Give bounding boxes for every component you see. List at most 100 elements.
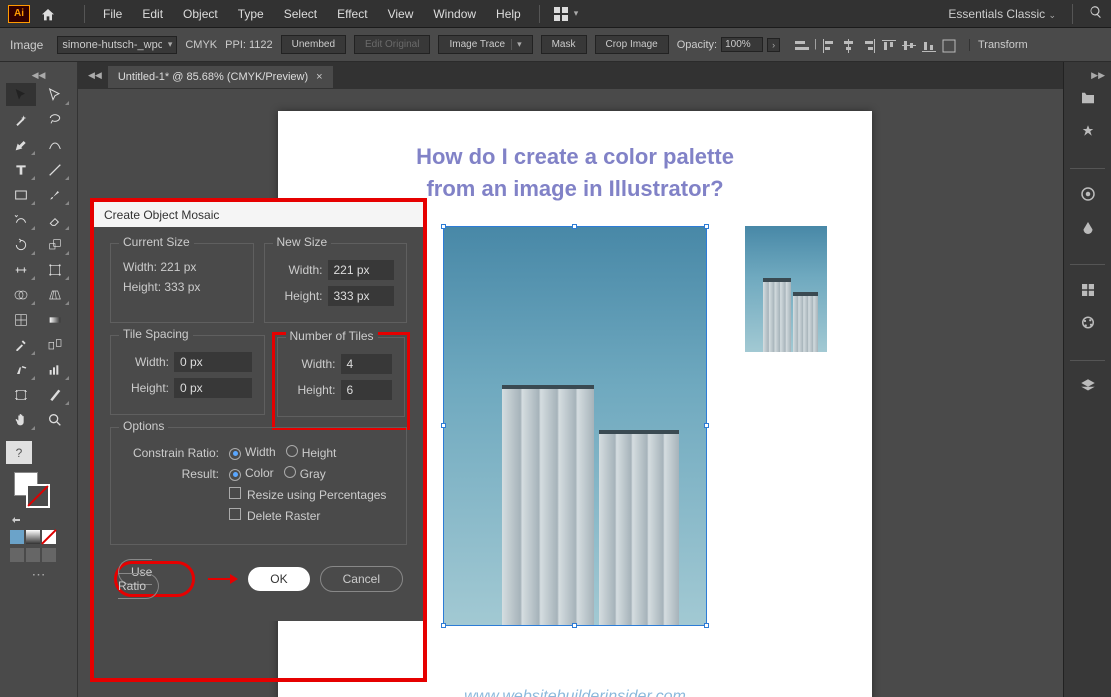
swatches-panel-icon[interactable] [1070,275,1105,305]
menu-effect[interactable]: Effect [327,7,377,21]
opacity-control[interactable]: Opacity: 100% › [677,37,780,52]
hand-tool[interactable] [6,408,36,431]
menu-type[interactable]: Type [228,7,274,21]
panel-expand-icon[interactable]: ▶▶ [1070,68,1105,83]
align-icon[interactable] [794,38,810,52]
align-top-icon[interactable] [881,38,897,52]
color-mode-swatch[interactable] [10,530,24,544]
color-guide-panel-icon[interactable] [1070,213,1105,243]
use-ratio-button[interactable]: Use Ratio [118,559,159,599]
none-mode-swatch[interactable] [42,530,56,544]
home-icon[interactable] [40,7,56,21]
mesh-tool[interactable] [6,308,36,331]
color-panel-icon[interactable] [1070,179,1105,209]
resize-handle[interactable] [572,623,577,628]
draw-inside-icon[interactable] [42,548,56,562]
opacity-input[interactable]: 100% [721,37,763,52]
free-transform-tool[interactable] [40,258,70,281]
menu-view[interactable]: View [378,7,424,21]
zoom-tool[interactable] [40,408,70,431]
mask-button[interactable]: Mask [541,35,587,54]
eraser-tool[interactable] [40,208,70,231]
workspace-switcher[interactable]: Essentials Classic ⌄ [948,7,1056,21]
rotate-tool[interactable] [6,233,36,256]
dialog-title-bar[interactable]: Create Object Mosaic [94,202,423,227]
shape-builder-tool[interactable] [6,283,36,306]
transform-link[interactable]: Transform [969,39,1028,51]
spacing-height-input[interactable]: 0 px [174,378,252,398]
symbol-sprayer-tool[interactable] [6,358,36,381]
align-middle-icon[interactable] [901,38,917,52]
slice-tool[interactable] [40,383,70,406]
resize-handle[interactable] [704,423,709,428]
menu-object[interactable]: Object [173,7,228,21]
constrain-width-radio[interactable]: Width [229,445,276,460]
type-tool[interactable] [6,158,36,181]
resize-handle[interactable] [441,623,446,628]
swap-icon[interactable] [10,512,26,526]
align-bottom-icon[interactable] [921,38,937,52]
resize-handle[interactable] [704,224,709,229]
width-tool[interactable] [6,258,36,281]
linked-file-dropdown[interactable]: simone-hutsch-_wpce-A...▾ [57,36,177,54]
placed-image-thumbnail[interactable] [745,226,827,352]
panel-collapse-icon[interactable]: ◀◀ [6,68,71,83]
align-left-icon[interactable] [821,38,837,52]
align-right-icon[interactable] [861,38,877,52]
result-color-radio[interactable]: Color [229,466,274,481]
isolate-icon[interactable] [941,38,957,52]
rectangle-tool[interactable] [6,183,36,206]
line-segment-tool[interactable] [40,158,70,181]
tab-close-icon[interactable]: × [316,71,322,83]
crop-image-button[interactable]: Crop Image [595,35,669,54]
menu-help[interactable]: Help [486,7,531,21]
resize-handle[interactable] [572,224,577,229]
draw-normal-icon[interactable] [10,548,24,562]
blend-tool[interactable] [40,333,70,356]
resize-handle[interactable] [441,423,446,428]
new-height-input[interactable]: 333 px [328,286,395,306]
delete-raster-checkbox[interactable]: Delete Raster [229,508,320,523]
menu-window[interactable]: Window [423,7,486,21]
column-graph-tool[interactable] [40,358,70,381]
draw-behind-icon[interactable] [26,548,40,562]
magic-wand-tool[interactable] [6,108,36,131]
align-center-icon[interactable] [841,38,857,52]
document-tab[interactable]: Untitled-1* @ 85.68% (CMYK/Preview) × [108,66,333,88]
curvature-tool[interactable] [40,133,70,156]
gradient-mode-swatch[interactable] [26,530,40,544]
brushes-panel-icon[interactable] [1070,309,1105,339]
pen-tool[interactable] [6,133,36,156]
arrange-documents[interactable]: ▾ [554,7,579,21]
menu-select[interactable]: Select [274,7,327,21]
stroke-swatch[interactable] [26,484,50,508]
gradient-tool[interactable] [40,308,70,331]
placed-image-selected[interactable] [443,226,707,626]
constrain-height-radio[interactable]: Height [286,445,337,460]
search-icon[interactable] [1089,5,1103,22]
menu-file[interactable]: File [93,7,132,21]
resize-percentages-checkbox[interactable]: Resize using Percentages [229,487,386,502]
scale-tool[interactable] [40,233,70,256]
cancel-button[interactable]: Cancel [320,566,403,592]
libraries-panel-icon[interactable] [1070,117,1105,147]
shaper-tool[interactable] [6,208,36,231]
eyedropper-tool[interactable] [6,333,36,356]
unembed-button[interactable]: Unembed [281,35,346,54]
lasso-tool[interactable] [40,108,70,131]
ok-button[interactable]: OK [248,567,309,591]
selection-tool[interactable] [6,83,36,106]
layers-panel-icon[interactable] [1070,371,1105,401]
spacing-width-input[interactable]: 0 px [174,352,252,372]
fill-stroke-swatch[interactable] [14,472,54,508]
artboard-tool[interactable] [6,383,36,406]
result-gray-radio[interactable]: Gray [284,466,326,481]
paintbrush-tool[interactable] [40,183,70,206]
resize-handle[interactable] [704,623,709,628]
tab-scroll-icon[interactable]: ◀◀ [82,70,108,81]
new-width-input[interactable]: 221 px [328,260,395,280]
image-trace-button[interactable]: Image Trace▾ [438,35,532,54]
perspective-grid-tool[interactable] [40,283,70,306]
chevron-right-icon[interactable]: › [767,38,780,52]
resize-handle[interactable] [441,224,446,229]
